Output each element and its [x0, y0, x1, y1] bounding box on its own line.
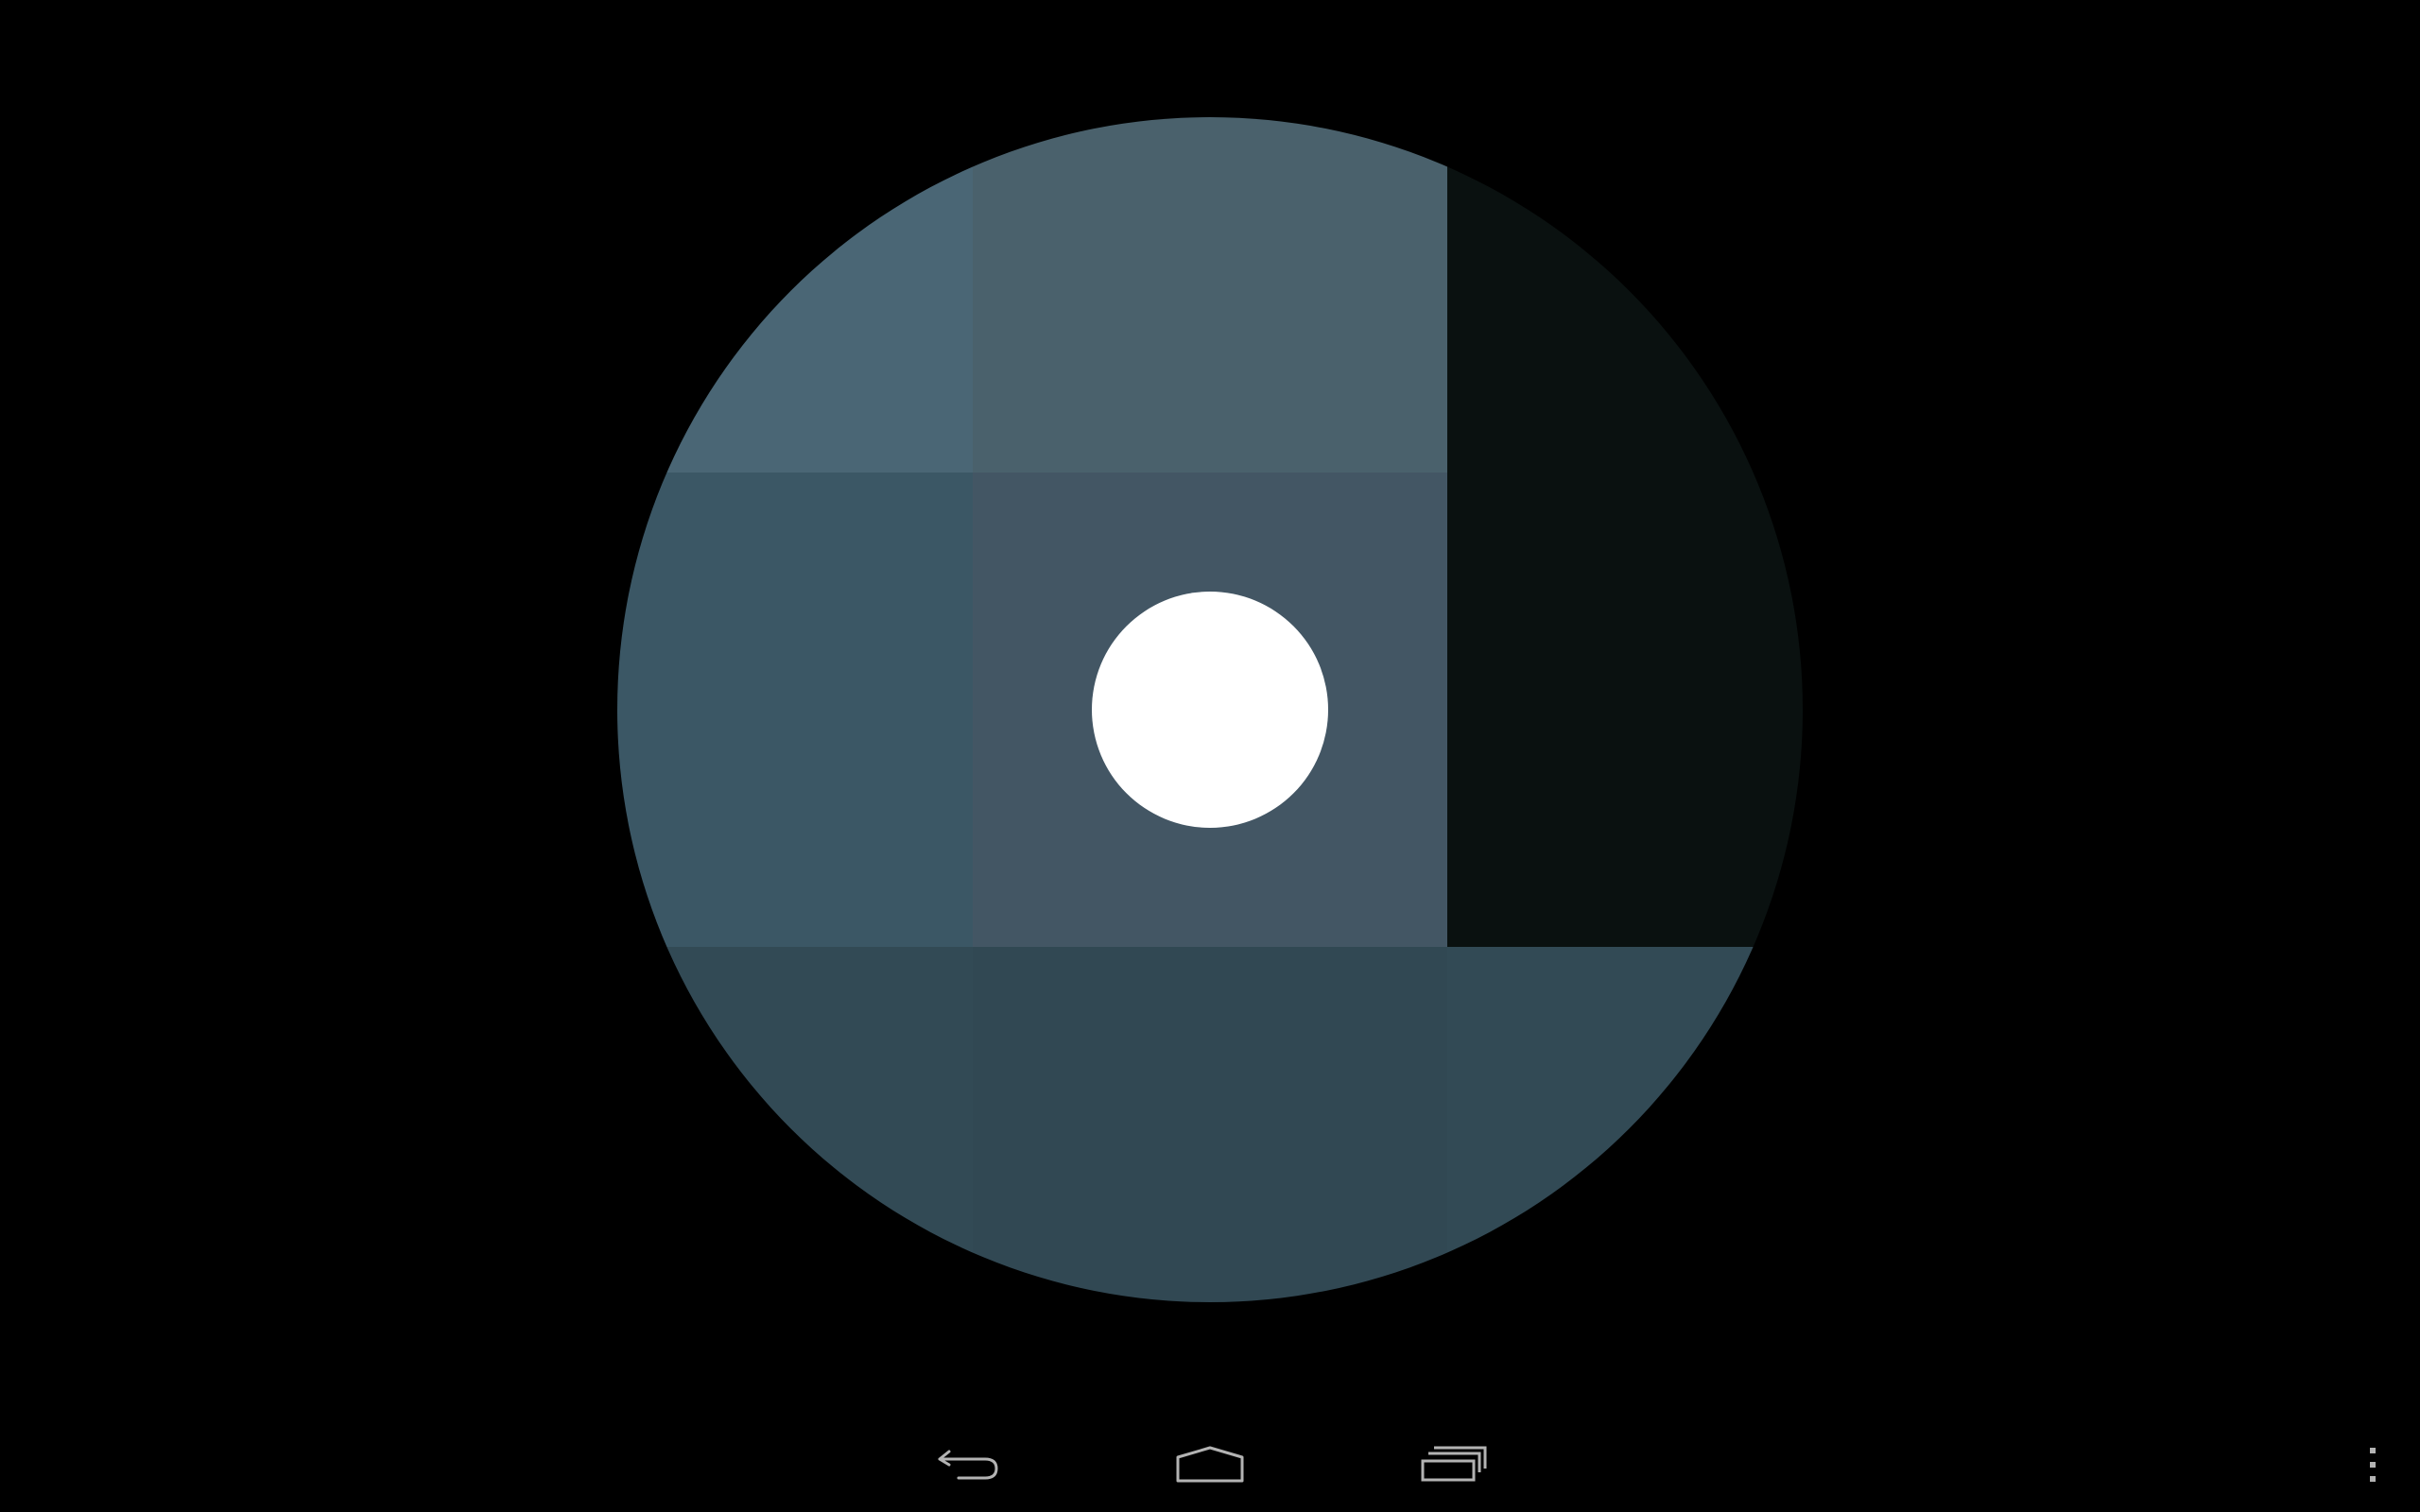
color-tile-r2c1[interactable]: [617, 472, 973, 947]
home-button[interactable]: [1134, 1418, 1286, 1512]
overflow-menu-button[interactable]: [2297, 1418, 2420, 1512]
app-screen: [0, 0, 2420, 1512]
recent-apps-button[interactable]: [1378, 1418, 1530, 1512]
center-marker[interactable]: [1092, 592, 1328, 828]
color-tile-r3c2[interactable]: [973, 947, 1447, 1302]
color-tile-r1c1[interactable]: [617, 117, 973, 472]
color-tile-r2c3[interactable]: [1447, 472, 1803, 947]
color-tile-r3c1[interactable]: [617, 947, 973, 1302]
back-button[interactable]: [893, 1418, 1045, 1512]
overflow-menu-icon: [2370, 1448, 2376, 1482]
color-tile-r1c3[interactable]: [1447, 117, 1803, 472]
color-tile-r1c2[interactable]: [973, 117, 1447, 472]
color-tile-r3c3[interactable]: [1447, 947, 1803, 1302]
back-arrow-icon: [938, 1450, 998, 1480]
recent-apps-icon: [1421, 1446, 1487, 1482]
home-icon: [1176, 1446, 1244, 1483]
system-navigation-bar: [0, 1418, 2420, 1512]
